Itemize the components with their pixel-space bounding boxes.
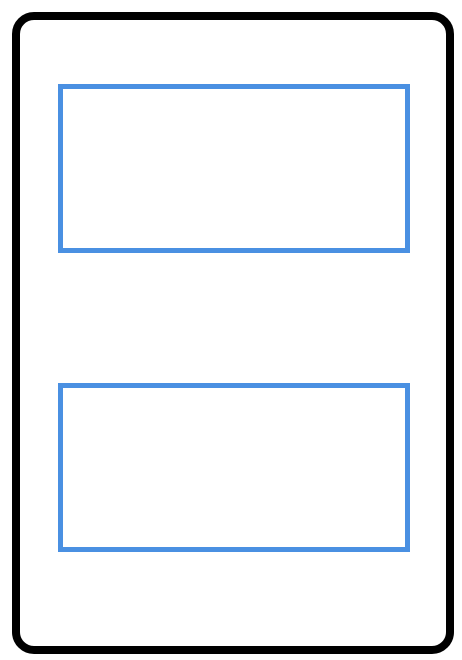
page [0, 0, 462, 660]
bottom-panel[interactable] [58, 383, 410, 552]
top-panel[interactable] [58, 84, 410, 253]
